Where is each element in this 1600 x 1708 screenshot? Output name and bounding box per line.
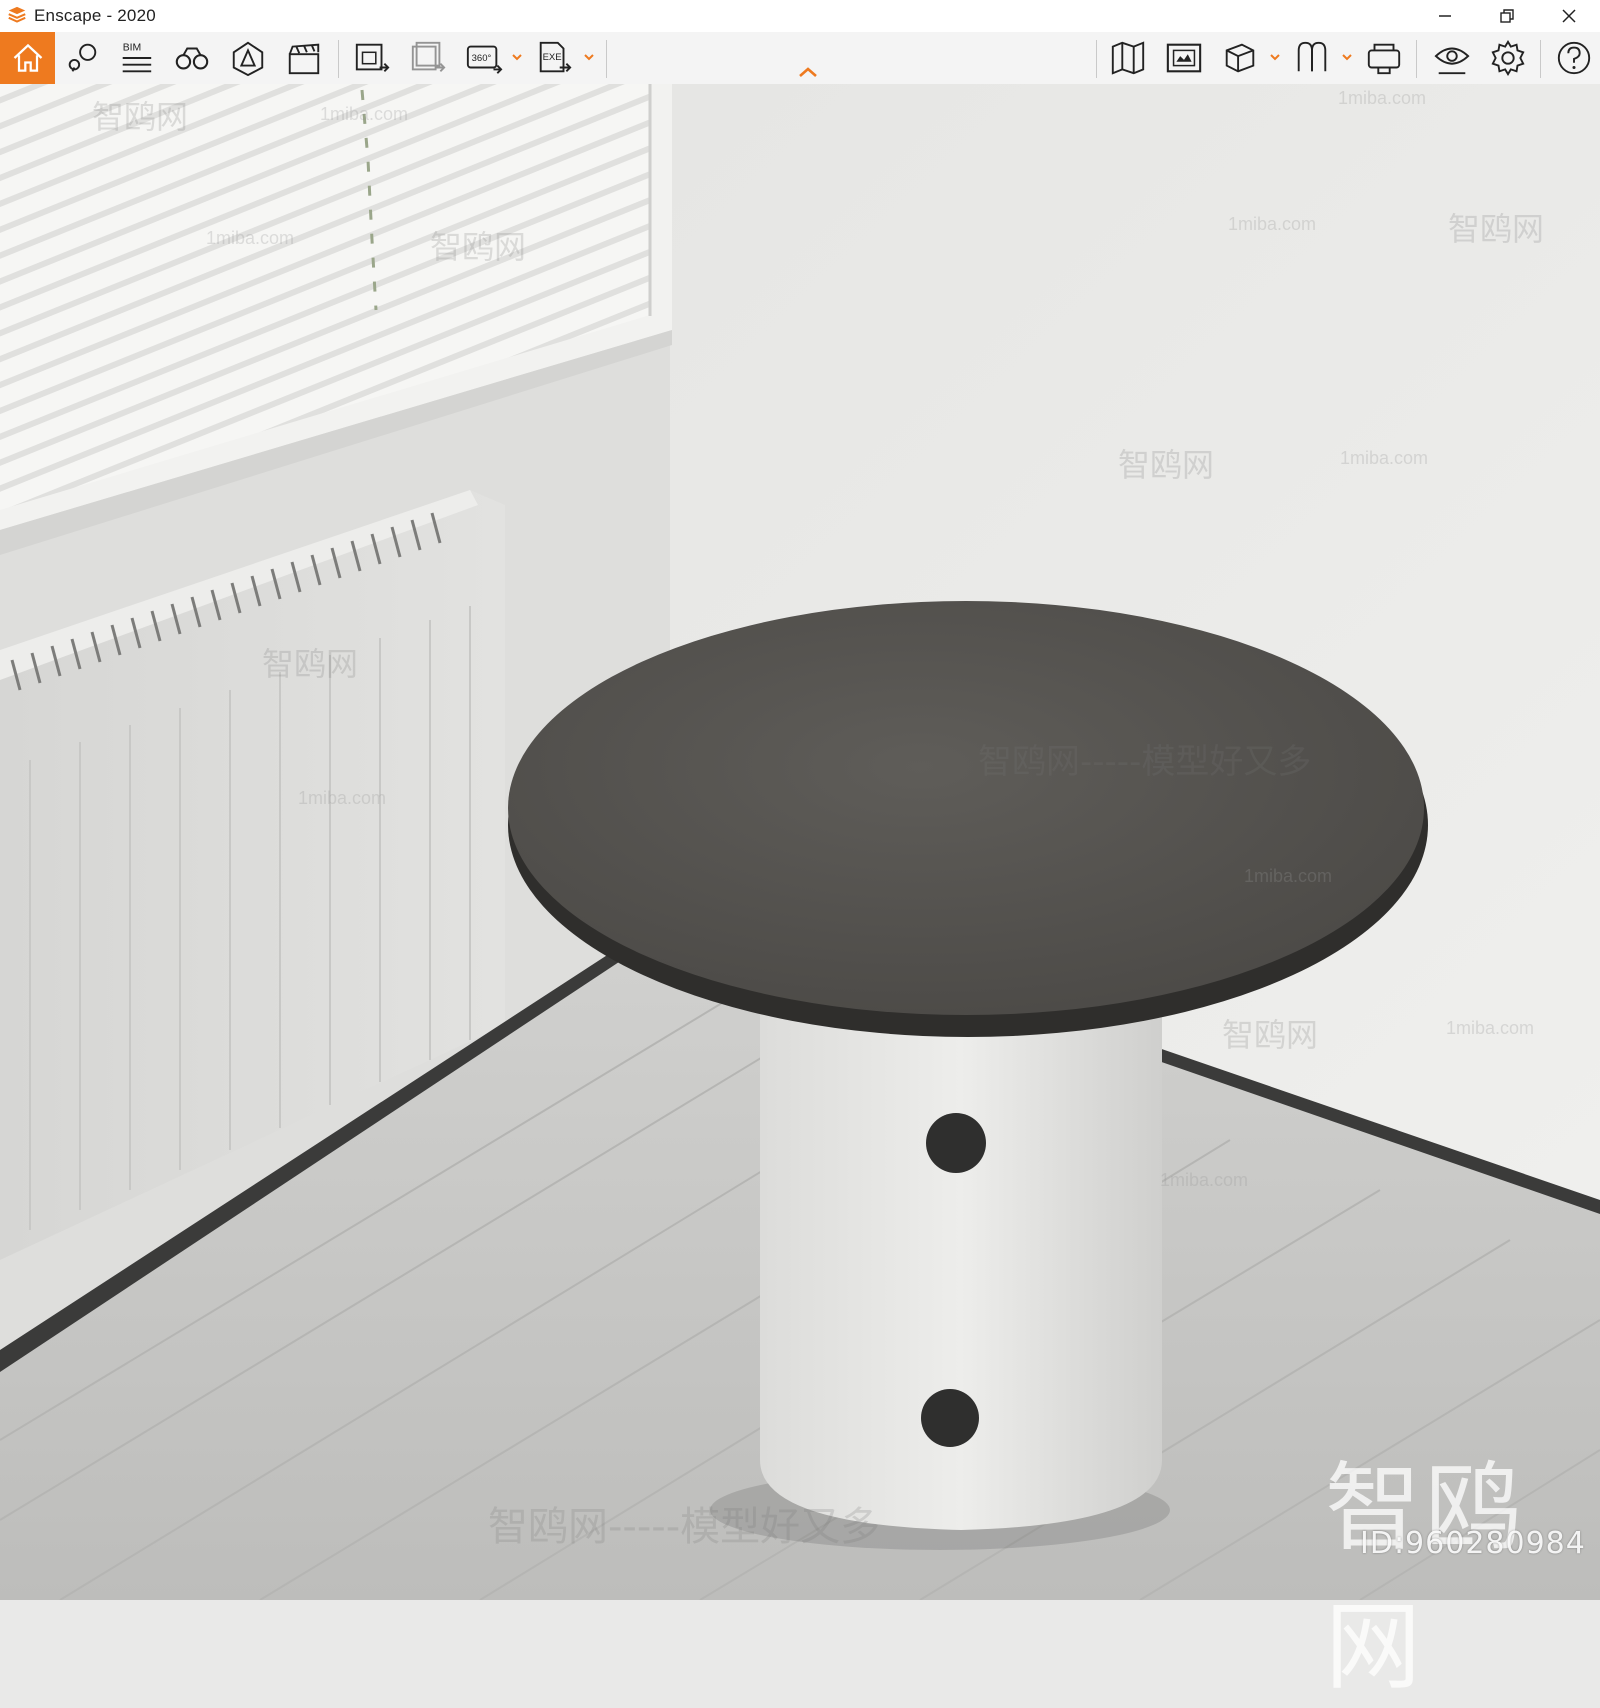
- watermark-site: 1miba.com: [298, 788, 387, 808]
- chevron-down-icon[interactable]: [1340, 50, 1354, 64]
- views-icon: [68, 43, 97, 72]
- minimize-icon: [1439, 15, 1451, 17]
- panorama-label: 360°: [472, 53, 492, 64]
- chevron-down-icon[interactable]: [510, 50, 524, 64]
- bim-label: BIM: [123, 42, 142, 53]
- restore-button[interactable]: [1476, 0, 1538, 32]
- watermark-site: 1miba.com: [1446, 1018, 1535, 1038]
- pointcloud-button[interactable]: [1290, 36, 1334, 80]
- map-icon: [1111, 41, 1145, 75]
- assets-button[interactable]: [226, 36, 270, 80]
- watermark-slogan: 智鸥网-----模型好又多: [978, 742, 1312, 782]
- watermark-id: ID:960280984: [1360, 1526, 1586, 1561]
- exe-label: EXE: [543, 52, 562, 63]
- object-button[interactable]: [1218, 36, 1262, 80]
- render-viewport[interactable]: 智鸥网-----模型好又多 智鸥网-----模型好又多 智鸥网 智鸥网 智鸥网 …: [0, 84, 1600, 1600]
- restore-icon: [1500, 9, 1514, 23]
- scene-render: [0, 84, 1600, 1600]
- home-icon: [13, 43, 42, 72]
- watermark-brand-large: 智鸥网: [1325, 1452, 1525, 1703]
- watermark-site: 1miba.com: [1244, 866, 1333, 886]
- batch-render-button[interactable]: [406, 36, 450, 80]
- watermark-slogan: 智鸥网-----模型好又多: [488, 1504, 881, 1550]
- vr-headset-icon: [1367, 43, 1401, 75]
- watermark-brand: 智鸥网: [92, 98, 189, 136]
- watermark-site: 1miba.com: [1228, 214, 1317, 234]
- capture-button[interactable]: [1162, 36, 1206, 80]
- minimize-button[interactable]: [1414, 0, 1476, 32]
- watermark-brand: 智鸥网: [1222, 1016, 1319, 1054]
- close-button[interactable]: [1538, 0, 1600, 32]
- watermark-site: 1miba.com: [206, 228, 295, 248]
- views-button[interactable]: [60, 36, 104, 80]
- capture-icon: [1166, 43, 1202, 73]
- binoculars-icon: [175, 47, 209, 70]
- close-icon: [1562, 9, 1576, 23]
- vr-headset-button[interactable]: [1362, 36, 1406, 80]
- watermark-brand: 智鸥网: [262, 645, 359, 683]
- panorama-export-button[interactable]: 360°: [462, 36, 506, 80]
- watermark-site: 1miba.com: [1338, 88, 1427, 108]
- cube-icon: [1225, 43, 1255, 73]
- window-title: Enscape - 2020: [34, 6, 156, 25]
- exe-export-button[interactable]: EXE: [532, 36, 576, 80]
- enscape-logo-icon: [8, 6, 26, 23]
- title-bar: Enscape - 2020: [0, 0, 1600, 32]
- chevron-down-icon[interactable]: [582, 50, 596, 64]
- settings-button[interactable]: [1486, 36, 1530, 80]
- panorama-export-icon: 360°: [466, 45, 503, 74]
- screenshot-export-icon: [355, 43, 390, 72]
- settings-gear-icon: [1491, 40, 1525, 76]
- screenshot-export-button[interactable]: [350, 36, 394, 80]
- watermark-site: 1miba.com: [1340, 448, 1429, 468]
- clapperboard-icon: [288, 43, 320, 75]
- bim-icon: BIM: [123, 42, 152, 73]
- walk-mode-button[interactable]: [170, 36, 214, 80]
- watermark-site: 1miba.com: [1160, 1170, 1249, 1190]
- help-button[interactable]: [1552, 36, 1596, 80]
- visual-settings-button[interactable]: [1430, 36, 1474, 80]
- map-button[interactable]: [1106, 36, 1150, 80]
- video-editor-button[interactable]: [282, 36, 326, 80]
- watermark-brand: 智鸥网: [1118, 446, 1215, 484]
- watermark-brand: 智鸥网: [1448, 210, 1545, 248]
- exe-export-icon: EXE: [539, 41, 572, 73]
- batch-render-icon: [411, 41, 446, 72]
- pointcloud-icon: [1297, 41, 1327, 72]
- home-button[interactable]: [0, 32, 55, 84]
- watermark-brand: 智鸥网: [430, 228, 527, 266]
- assets-icon: [232, 41, 264, 77]
- help-icon: [1557, 41, 1591, 75]
- visual-settings-icon: [1434, 47, 1470, 75]
- chevron-down-icon[interactable]: [1268, 50, 1282, 64]
- watermark-site: 1miba.com: [320, 104, 409, 124]
- collapse-toolbar-chevron-icon[interactable]: [796, 64, 820, 80]
- bim-button[interactable]: BIM: [114, 36, 158, 80]
